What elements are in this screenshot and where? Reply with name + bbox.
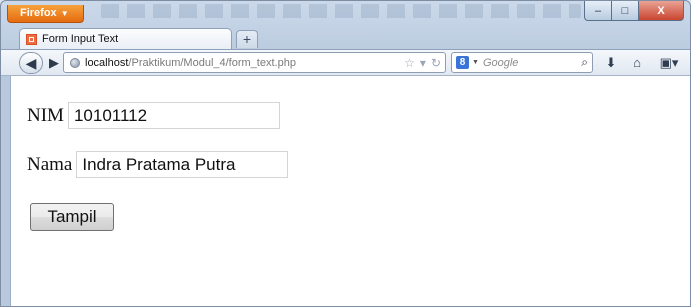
- page-favicon-icon: [26, 33, 37, 45]
- tab-strip: Form Input Text +: [1, 27, 690, 49]
- maximize-button[interactable]: □: [612, 1, 639, 21]
- new-tab-button[interactable]: +: [236, 30, 258, 48]
- navigation-toolbar: ◀ ▶ localhost/Praktikum/Modul_4/form_tex…: [1, 49, 690, 76]
- search-placeholder: Google: [482, 56, 519, 69]
- home-icon: ⌂: [633, 55, 641, 70]
- minimize-icon: –: [594, 4, 602, 17]
- google-icon[interactable]: 8: [456, 56, 469, 69]
- nim-label: NIM: [27, 104, 64, 126]
- browser-window: Firefox ▼ – □ X Form Input Text + ◀ ▶ loc…: [0, 0, 691, 307]
- close-window-button[interactable]: X: [639, 1, 684, 21]
- home-button[interactable]: ⌂: [626, 53, 648, 73]
- window-controls: – □ X: [584, 1, 684, 21]
- nama-input[interactable]: [76, 151, 289, 178]
- background-window-blur: [101, 4, 581, 18]
- page-content: NIM Nama Tampil: [10, 76, 690, 306]
- minimize-button[interactable]: –: [584, 1, 612, 21]
- dropdown-arrow-icon: ▼: [60, 9, 69, 18]
- search-bar[interactable]: 8 ▼ Google ⌕: [451, 52, 593, 73]
- maximize-icon: □: [621, 4, 629, 17]
- firefox-menu-label: Firefox: [20, 7, 57, 19]
- search-icon[interactable]: ⌕: [581, 55, 588, 70]
- download-arrow-icon: ⬇: [605, 55, 617, 70]
- nim-input[interactable]: [67, 102, 280, 129]
- back-button[interactable]: ◀: [19, 52, 43, 74]
- bookmarks-icon: ▣▾: [659, 55, 679, 70]
- history-dropdown-icon[interactable]: ▾: [420, 56, 426, 70]
- tab-form-input-text[interactable]: Form Input Text: [19, 28, 232, 49]
- firefox-menu-button[interactable]: Firefox ▼: [7, 5, 84, 23]
- forward-button[interactable]: ▶: [47, 53, 61, 73]
- back-arrow-icon: ◀: [25, 55, 37, 71]
- bookmarks-menu-button[interactable]: ▣▾: [654, 53, 684, 73]
- nama-label: Nama: [27, 153, 73, 175]
- bookmark-star-icon[interactable]: ☆: [404, 56, 415, 70]
- nama-row: Nama: [27, 151, 289, 178]
- downloads-button[interactable]: ⬇: [600, 53, 622, 73]
- url-path: /Praktikum/Modul_4/form_text.php: [128, 56, 296, 69]
- url-actions: ☆ ▾ ↻: [404, 53, 441, 72]
- title-bar: Firefox ▼ – □ X: [1, 1, 690, 27]
- forward-arrow-icon: ▶: [49, 55, 59, 70]
- tampil-button[interactable]: Tampil: [30, 203, 114, 231]
- site-identity-globe-icon: [70, 57, 80, 68]
- reload-icon[interactable]: ↻: [431, 56, 441, 70]
- search-engine-dropdown-icon[interactable]: ▼: [472, 59, 479, 66]
- url-host: localhost: [85, 56, 129, 69]
- tab-title: Form Input Text: [42, 33, 119, 45]
- close-icon: X: [657, 4, 665, 17]
- address-bar[interactable]: localhost/Praktikum/Modul_4/form_text.ph…: [63, 52, 446, 73]
- nim-row: NIM: [27, 102, 280, 129]
